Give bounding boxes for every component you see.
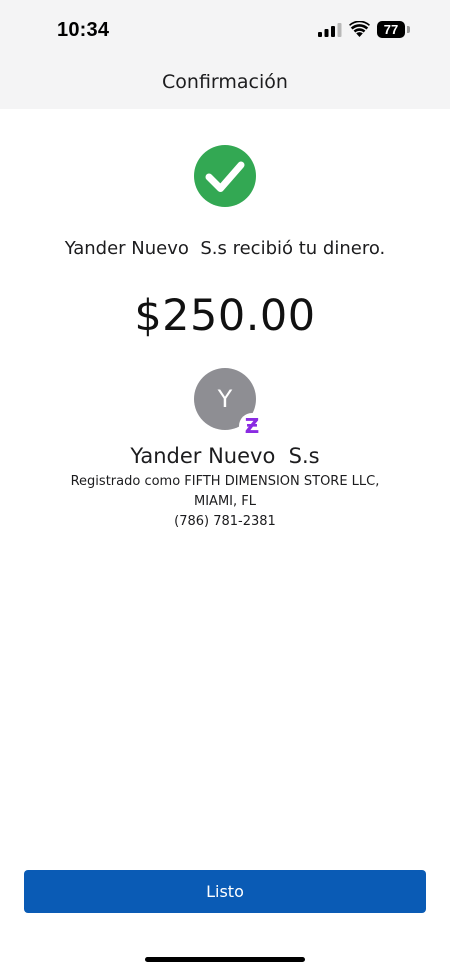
confirmation-message: Yander Nuevo S.s recibió tu dinero.: [64, 238, 386, 259]
top-area: 10:34 77 Confirmación: [0, 0, 450, 109]
page-title: Confirmación: [162, 71, 288, 93]
confirmation-screen: 10:34 77 Confirmación Yander Nuevo S.s r…: [0, 0, 450, 975]
wifi-icon: [349, 21, 370, 37]
done-button[interactable]: Listo: [24, 870, 426, 913]
battery-cap: [407, 26, 410, 33]
battery-icon: 77: [377, 21, 411, 38]
home-indicator[interactable]: [145, 957, 305, 962]
recipient-name: Yander Nuevo S.s: [130, 444, 320, 468]
signal-icon: [318, 23, 342, 37]
amount: $250.00: [134, 291, 316, 341]
recipient-phone: (786) 781-2381: [174, 514, 276, 529]
status-bar: 10:34 77: [0, 0, 450, 60]
check-circle-icon: [194, 145, 256, 207]
recipient-location: MIAMI, FL: [194, 494, 256, 509]
recipient-registered-as: Registrado como FIFTH DIMENSION STORE LL…: [70, 474, 380, 489]
cashtag-badge-icon: Ƶ: [239, 413, 265, 439]
status-time: 10:34: [57, 19, 110, 41]
battery-level: 77: [383, 22, 399, 37]
